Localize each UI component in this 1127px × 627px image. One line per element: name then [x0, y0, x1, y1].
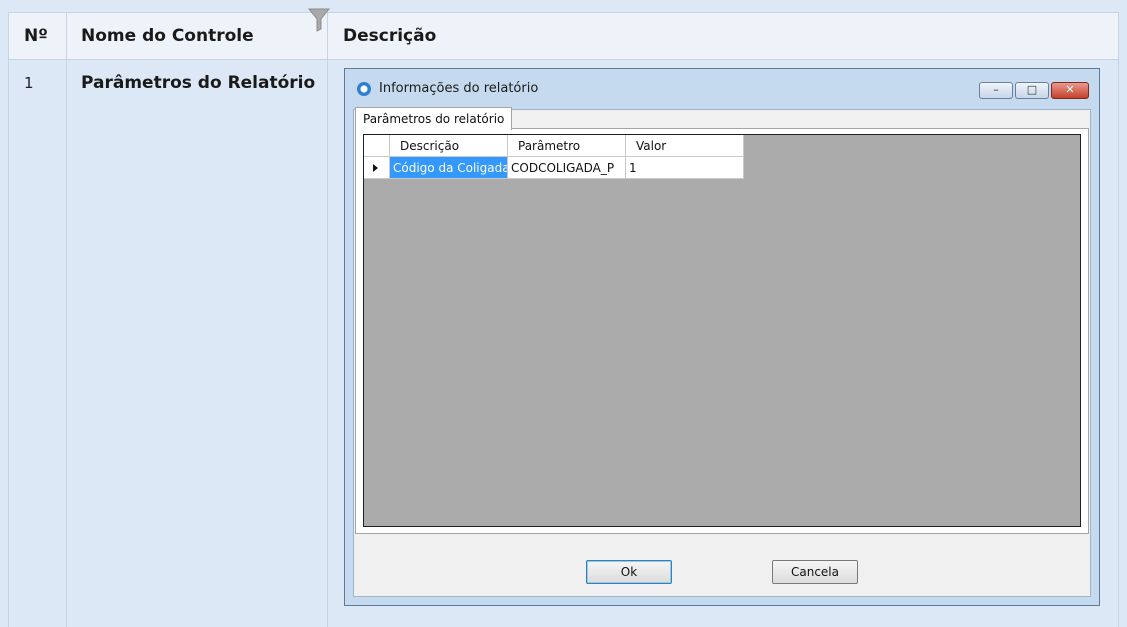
header-number: Nº — [24, 26, 48, 46]
table-header-row: Nº Nome do Controle Descrição — [9, 8, 1118, 60]
row-control-name: Parâmetros do Relatório — [81, 73, 316, 93]
tab-report-parameters[interactable]: Parâmetros do relatório — [355, 107, 513, 130]
report-info-dialog: Informações do relatório – □ ✕ Parâmetro… — [344, 68, 1100, 606]
grid-column-header[interactable]: Valor — [626, 135, 744, 157]
grid-column-header[interactable]: Descrição — [390, 135, 508, 157]
dialog-title-bar[interactable]: Informações do relatório – □ ✕ — [345, 69, 1099, 109]
maximize-button[interactable]: □ — [1015, 82, 1049, 99]
header-control-name: Nome do Controle — [81, 26, 254, 46]
close-button[interactable]: ✕ — [1051, 82, 1089, 99]
minimize-button[interactable]: – — [979, 82, 1013, 99]
row-number: 1 — [24, 74, 34, 92]
dialog-client-area: Parâmetros do relatório Descrição Parâme… — [353, 107, 1091, 597]
dialog-title: Informações do relatório — [379, 81, 539, 96]
ok-button[interactable]: Ok — [586, 560, 672, 584]
tab-page: Descrição Parâmetro Valor Código da Coli… — [355, 128, 1089, 534]
column-divider — [66, 13, 67, 627]
grid-column-header[interactable]: Parâmetro — [508, 135, 626, 157]
grid-corner-cell — [364, 135, 390, 157]
current-row-arrow-icon — [373, 164, 378, 172]
parameters-grid[interactable]: Descrição Parâmetro Valor Código da Coli… — [363, 134, 1081, 527]
cancel-button[interactable]: Cancela — [772, 560, 858, 584]
grid-cell-value[interactable]: 1 — [626, 157, 744, 179]
app-icon — [357, 82, 371, 96]
row-header-cell[interactable] — [364, 157, 390, 179]
column-divider — [327, 13, 328, 627]
header-description: Descrição — [343, 26, 437, 46]
grid-cell-parameter[interactable]: CODCOLIGADA_P — [508, 157, 626, 179]
grid-cell-description[interactable]: Código da Coligada — [390, 157, 508, 179]
